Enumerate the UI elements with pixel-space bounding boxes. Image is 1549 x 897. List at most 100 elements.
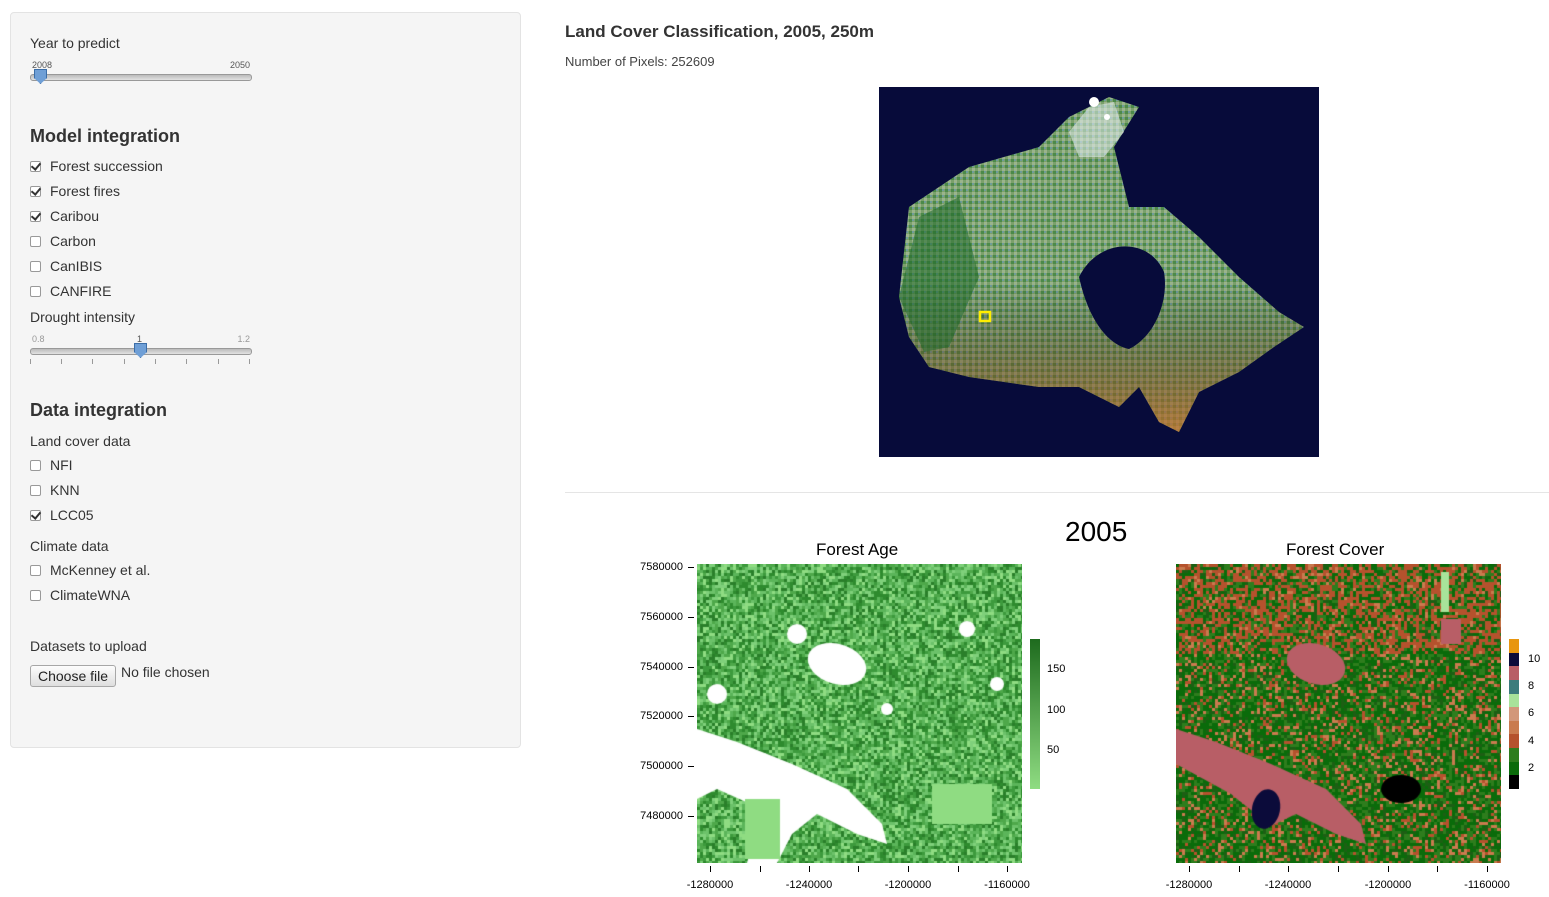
canada-map-image	[899, 97, 1304, 432]
age-y-tick-label: 7580000	[640, 561, 683, 573]
y-tick	[688, 667, 694, 668]
age-y-tick-label: 7520000	[640, 710, 683, 722]
checkbox-climatewna[interactable]: ClimateWNA	[30, 587, 130, 603]
forest-cover-raster	[1176, 564, 1501, 863]
cover-legend-tick: 8	[1528, 680, 1535, 692]
section-divider	[565, 492, 1549, 493]
page-title: Land Cover Classification, 2005, 250m	[565, 22, 874, 41]
file-status: No file chosen	[121, 664, 210, 680]
cover-x-tick-label: -1160000	[1464, 879, 1510, 891]
x-tick	[908, 866, 909, 872]
control-panel: Year to predict 2008 2050 Model integrat…	[10, 12, 521, 748]
checkbox-box[interactable]	[30, 589, 41, 601]
x-tick	[1487, 866, 1488, 872]
cover-legend-swatch	[1509, 679, 1519, 694]
cover-legend-swatch	[1509, 775, 1519, 789]
checkbox-box[interactable]	[30, 484, 41, 496]
forest-cover-title: Forest Cover	[1286, 540, 1385, 559]
cover-legend-tick: 2	[1528, 762, 1535, 774]
choose-file-button[interactable]: Choose file	[30, 665, 117, 687]
checkbox-box[interactable]	[30, 509, 41, 521]
checkbox-label: Forest fires	[50, 183, 121, 199]
checkbox-box[interactable]	[30, 235, 41, 247]
x-tick	[1288, 866, 1289, 872]
age-legend-tick: 100	[1047, 704, 1066, 716]
checkbox-nfi[interactable]: NFI	[30, 457, 73, 473]
cover-legend-tick: 6	[1528, 707, 1535, 719]
plot-year: 2005	[1065, 516, 1128, 547]
drought-slider-ticks	[30, 359, 252, 365]
checkbox-label: Carbon	[50, 233, 96, 249]
age-legend-tick: 50	[1047, 744, 1060, 756]
forest-age-raster	[697, 564, 1022, 863]
cover-legend-swatch	[1509, 720, 1519, 735]
checkbox-label: Forest succession	[50, 158, 163, 174]
x-tick	[760, 866, 761, 872]
year-slider-max: 2050	[229, 60, 250, 70]
cover-legend-swatch	[1509, 734, 1519, 748]
x-tick	[710, 866, 711, 872]
checkbox-lcc05[interactable]: LCC05	[30, 507, 94, 523]
cover-legend-tick: 10	[1528, 653, 1541, 665]
checkbox-label: Caribou	[50, 208, 100, 224]
cover-legend-colorbar	[1509, 639, 1519, 789]
checkbox-box[interactable]	[30, 285, 41, 297]
forest-age-title: Forest Age	[816, 540, 899, 559]
canada-map[interactable]	[879, 87, 1319, 457]
x-tick	[1189, 866, 1190, 872]
age-x-tick-label: -1200000	[884, 879, 932, 891]
cover-legend-swatch	[1509, 666, 1519, 680]
drought-slider-label: Drought intensity	[30, 309, 136, 325]
drought-slider-handle[interactable]	[134, 343, 147, 358]
land-cover-label: Land cover data	[30, 433, 131, 449]
age-y-tick-label: 7500000	[640, 760, 683, 772]
checkbox-caribou[interactable]: Caribou	[30, 208, 99, 224]
x-tick	[809, 866, 810, 872]
checkbox-knn[interactable]: KNN	[30, 482, 80, 498]
y-tick	[688, 716, 694, 717]
x-tick	[1007, 866, 1008, 872]
forest-cover-plot	[1176, 564, 1501, 863]
checkbox-mckenney[interactable]: McKenney et al.	[30, 562, 150, 578]
checkbox-label: LCC05	[50, 507, 94, 523]
age-x-tick-label: -1160000	[984, 879, 1030, 891]
x-tick	[858, 866, 859, 872]
x-tick	[1388, 866, 1389, 872]
cover-legend-swatch	[1509, 707, 1519, 721]
checkbox-carbon[interactable]: Carbon	[30, 233, 96, 249]
checkbox-canfire[interactable]: CANFIRE	[30, 283, 111, 299]
checkbox-box[interactable]	[30, 459, 41, 471]
year-slider-track[interactable]	[30, 74, 252, 81]
cover-legend-swatch	[1509, 748, 1519, 762]
x-tick	[1239, 866, 1240, 872]
age-y-tick-label: 7560000	[640, 611, 683, 623]
cover-x-tick-label: -1240000	[1264, 879, 1312, 891]
drought-slider-max: 1.2	[237, 334, 250, 344]
checkbox-forest-fires[interactable]: Forest fires	[30, 183, 120, 199]
checkbox-canibis[interactable]: CanIBIS	[30, 258, 102, 274]
cover-x-tick-label: -1200000	[1364, 879, 1412, 891]
year-slider-label: Year to predict	[30, 35, 120, 51]
checkbox-box[interactable]	[30, 210, 41, 222]
age-x-tick-label: -1240000	[785, 879, 833, 891]
forest-age-plot	[697, 564, 1022, 863]
cover-legend-swatch	[1509, 652, 1519, 667]
x-tick	[958, 866, 959, 872]
cover-x-tick-label: -1280000	[1165, 879, 1213, 891]
checkbox-label: McKenney et al.	[50, 562, 151, 578]
age-x-tick-label: -1280000	[686, 879, 734, 891]
checkbox-box[interactable]	[30, 564, 41, 576]
year-slider-handle[interactable]	[34, 69, 47, 84]
y-tick	[688, 816, 694, 817]
checkbox-label: ClimateWNA	[50, 587, 131, 603]
checkbox-forest-succession[interactable]: Forest succession	[30, 158, 163, 174]
checkbox-box[interactable]	[30, 260, 41, 272]
cover-legend-tick: 4	[1528, 735, 1535, 747]
upload-label: Datasets to upload	[30, 638, 147, 654]
age-legend-tick: 150	[1047, 663, 1066, 675]
y-tick	[688, 567, 694, 568]
year-slider-min: 2008	[32, 60, 53, 70]
checkbox-box[interactable]	[30, 160, 41, 172]
checkbox-box[interactable]	[30, 185, 41, 197]
checkbox-label: KNN	[50, 482, 80, 498]
